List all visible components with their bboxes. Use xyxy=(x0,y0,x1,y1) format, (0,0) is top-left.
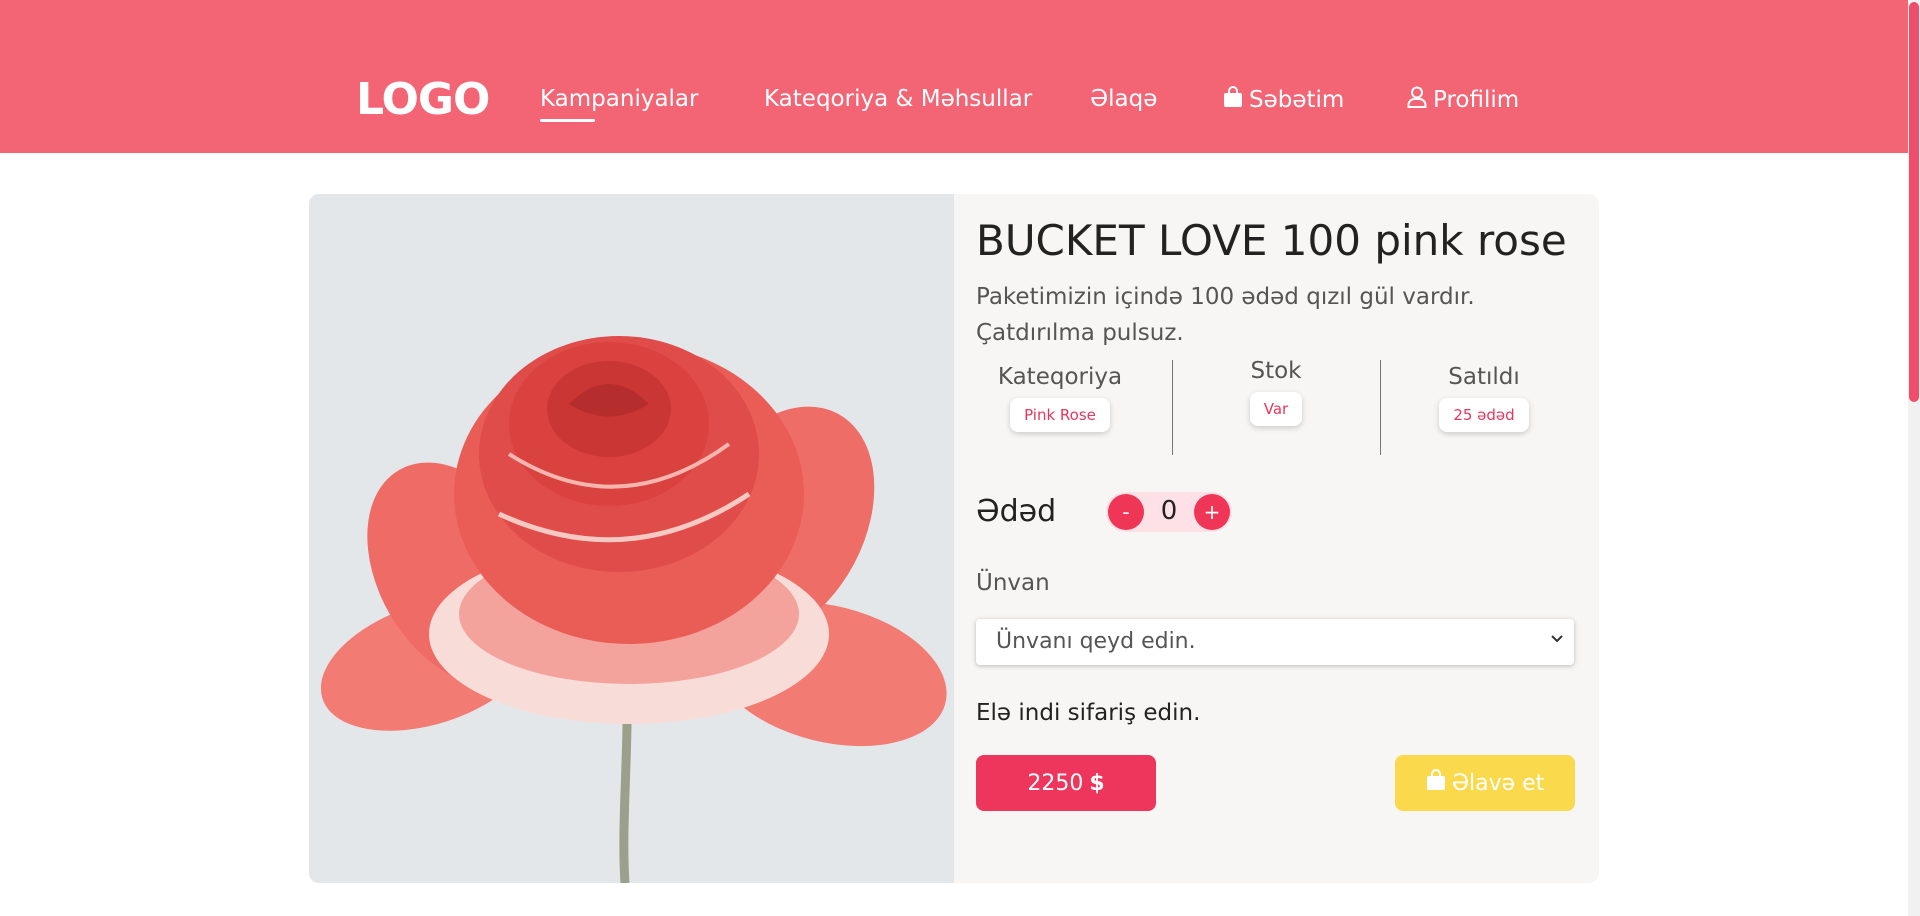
quantity-value: 0 xyxy=(1160,496,1178,526)
nav-item-elaqe[interactable]: Əlaqə xyxy=(1090,86,1157,112)
user-icon xyxy=(1407,86,1427,114)
stat-category: Kateqoriya Pink Rose xyxy=(960,364,1160,432)
stat-label: Stok xyxy=(1250,358,1302,384)
nav-item-label: Kampaniyalar xyxy=(540,86,699,112)
category-badge[interactable]: Pink Rose xyxy=(1010,398,1110,432)
stat-divider xyxy=(1172,360,1173,455)
stat-stock: Stok Var xyxy=(1176,358,1376,426)
quantity-stepper: - 0 + xyxy=(1106,492,1232,532)
product-card: BUCKET LOVE 100 pink rose Paketimizin iç… xyxy=(309,194,1599,883)
nav-item-kateqoriya[interactable]: Kateqoriya & Məhsullar xyxy=(764,86,1032,112)
product-description: Paketimizin içində 100 ədəd qızıl gül va… xyxy=(976,284,1475,346)
shopping-bag-icon xyxy=(1223,86,1243,114)
page-scrollbar[interactable] xyxy=(1908,0,1920,916)
stat-label: Satıldı xyxy=(1448,364,1520,390)
nav-item-profilim[interactable]: Profilim xyxy=(1407,86,1519,114)
logo[interactable]: LOGO xyxy=(356,74,490,125)
stock-badge: Var xyxy=(1249,392,1303,426)
quantity-label: Ədəd xyxy=(976,494,1057,529)
rose-illustration xyxy=(309,194,954,883)
nav-item-label: Əlaqə xyxy=(1090,86,1158,112)
stat-sold: Satıldı 25 ədəd xyxy=(1384,364,1584,432)
add-to-cart-button[interactable]: Əlavə et xyxy=(1395,755,1575,811)
increment-button[interactable]: + xyxy=(1194,494,1230,530)
nav-item-label: Səbətim xyxy=(1249,87,1345,113)
price-amount: 2250 xyxy=(1027,770,1084,796)
address-select-value: Ünvanı qeyd edin. xyxy=(996,629,1196,654)
product-info: BUCKET LOVE 100 pink rose Paketimizin iç… xyxy=(976,194,1576,883)
add-to-cart-label: Əlavə et xyxy=(1451,770,1545,796)
nav-item-label: Kateqoriya & Məhsullar xyxy=(764,86,1033,112)
top-header: LOGO Kampaniyalar Kateqoriya & Məhsullar… xyxy=(0,0,1908,153)
address-select[interactable]: Ünvanı qeyd edin. xyxy=(976,619,1574,665)
sold-badge: 25 ədəd xyxy=(1439,398,1529,432)
product-title: BUCKET LOVE 100 pink rose xyxy=(976,216,1567,265)
nav-item-kampaniyalar[interactable]: Kampaniyalar xyxy=(540,86,699,122)
order-prompt: Elə indi sifariş edin. xyxy=(976,700,1201,726)
chevron-down-icon xyxy=(1550,627,1564,656)
stat-divider xyxy=(1380,360,1381,455)
stat-label: Kateqoriya xyxy=(997,364,1123,390)
nav-item-sebetim[interactable]: Səbətim xyxy=(1223,86,1344,114)
product-image xyxy=(309,194,954,883)
nav-item-label: Profilim xyxy=(1433,87,1520,113)
dollar-icon: $ xyxy=(1089,770,1105,796)
address-label: Ünvan xyxy=(976,570,1050,596)
shopping-bag-icon xyxy=(1426,769,1446,797)
price-button[interactable]: 2250 $ xyxy=(976,755,1156,811)
decrement-button[interactable]: - xyxy=(1108,494,1144,530)
scrollbar-thumb[interactable] xyxy=(1909,2,1919,402)
